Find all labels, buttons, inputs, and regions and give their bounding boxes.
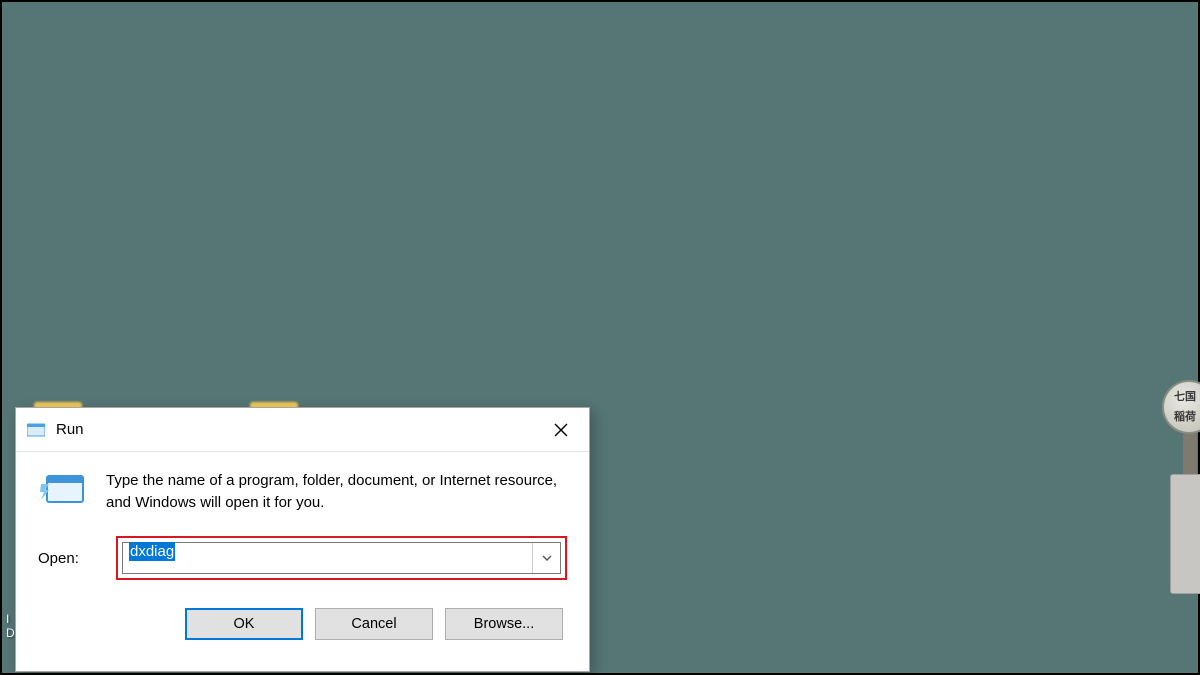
cancel-button[interactable]: Cancel [315,608,433,640]
browse-button[interactable]: Browse... [445,608,563,640]
input-highlight-annotation: dxdiag [116,536,567,580]
badge-text-top: 七国 [1174,388,1196,404]
open-input[interactable]: dxdiag [123,543,532,573]
ok-button[interactable]: OK [185,608,303,640]
input-selected-text: dxdiag [129,542,175,561]
desktop-widget: 七国 稲荷 [1162,380,1200,660]
dialog-description: Type the name of a program, folder, docu… [106,470,567,514]
desktop-widget-badge: 七国 稲荷 [1162,380,1200,434]
run-dialog: Run Type the name of a program, folder, … [15,407,590,672]
badge-text-bottom: 稲荷 [1174,408,1196,424]
desktop-widget-box [1170,474,1200,594]
dialog-title: Run [56,421,533,438]
open-dropdown-button[interactable] [532,543,560,573]
run-app-icon [26,420,46,440]
run-app-icon-large [38,470,88,510]
close-button[interactable] [533,408,589,451]
open-label: Open: [38,550,98,567]
chevron-down-icon [542,555,552,561]
desktop-widget-pole [1183,434,1197,474]
titlebar[interactable]: Run [16,408,589,452]
open-combobox[interactable]: dxdiag [122,542,561,574]
dialog-button-row: OK Cancel Browse... [38,608,567,640]
desktop-icon-label: I D [6,612,15,640]
close-icon [554,423,568,437]
dialog-content: Type the name of a program, folder, docu… [16,452,589,648]
